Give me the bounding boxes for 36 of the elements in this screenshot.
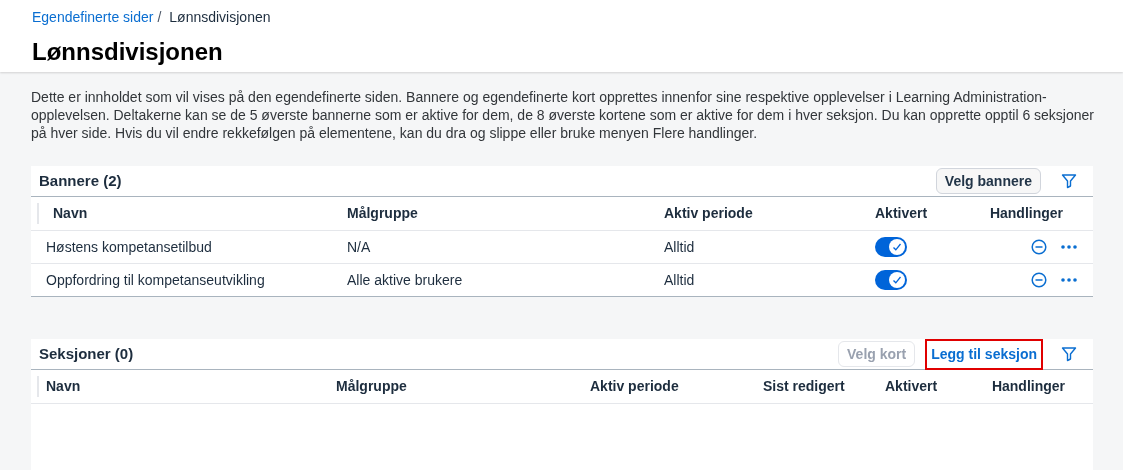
column-header: Aktivert bbox=[875, 204, 929, 223]
check-icon bbox=[892, 275, 902, 285]
remove-icon[interactable] bbox=[1031, 239, 1047, 255]
table-cell-text: Høstens kompetansetilbud bbox=[45, 237, 213, 257]
column-header: Aktivert bbox=[885, 377, 939, 396]
card-title: Bannere (2) bbox=[39, 170, 122, 191]
card-title: Seksjoner (0) bbox=[39, 343, 134, 364]
table-cell-text: Alle aktive brukere bbox=[347, 270, 464, 290]
column-header: Sist redigert bbox=[763, 377, 846, 396]
table-cell-text: N/A bbox=[347, 237, 372, 257]
filter-icon[interactable] bbox=[1061, 346, 1077, 362]
page-title: Lønnsdivisjonen bbox=[32, 37, 224, 67]
check-icon bbox=[892, 242, 902, 252]
table-cell-text: Alltid bbox=[664, 237, 696, 257]
breadcrumb-separator: / bbox=[157, 8, 162, 27]
toggle-switch[interactable] bbox=[875, 237, 907, 257]
description-text: Dette er innholdet som vil vises på den egendefinerte siden. Bannere og egendefinerte kort opprettes innenfor sine respektive opplevelser i Learning Administration-opplevelsen. Deltakerne kan se de 5 øverste bannerne som er aktive for dem, de 8 øverste kortene som er aktive for dem i hver seksjon. Du kan opprette opptil 6 seksjoner på hver side. Hvis du vil endre rekkefølgen på elementene, kan du dra og slippe eller bruke menyen Flere handlinger. bbox=[31, 88, 1095, 142]
column-header: Navn bbox=[37, 376, 336, 397]
column-header: Aktiv periode bbox=[590, 377, 680, 396]
filter-icon[interactable] bbox=[1061, 173, 1077, 189]
column-header: Aktiv periode bbox=[664, 204, 754, 223]
toggle-switch[interactable] bbox=[875, 270, 907, 290]
remove-icon[interactable] bbox=[1031, 272, 1047, 288]
more-icon[interactable] bbox=[1061, 278, 1077, 282]
add-section-link[interactable]: Legg til seksjon bbox=[927, 340, 1041, 368]
column-header: Handlinger bbox=[989, 204, 1063, 223]
column-header: Målgruppe bbox=[347, 204, 419, 223]
column-header: Målgruppe bbox=[336, 377, 408, 396]
table-cell-text: Alltid bbox=[664, 270, 696, 290]
table-cell-text: Oppfordring til kompetanseutvikling bbox=[45, 270, 266, 290]
select-button[interactable]: Velg bannere bbox=[935, 168, 1041, 194]
breadcrumb-link[interactable]: Egendefinerte sider bbox=[32, 7, 154, 28]
breadcrumb-current: Lønnsdivisjonen bbox=[169, 8, 271, 27]
column-header: Navn bbox=[37, 203, 347, 224]
more-icon[interactable] bbox=[1061, 245, 1077, 249]
column-header: Handlinger bbox=[991, 377, 1065, 396]
